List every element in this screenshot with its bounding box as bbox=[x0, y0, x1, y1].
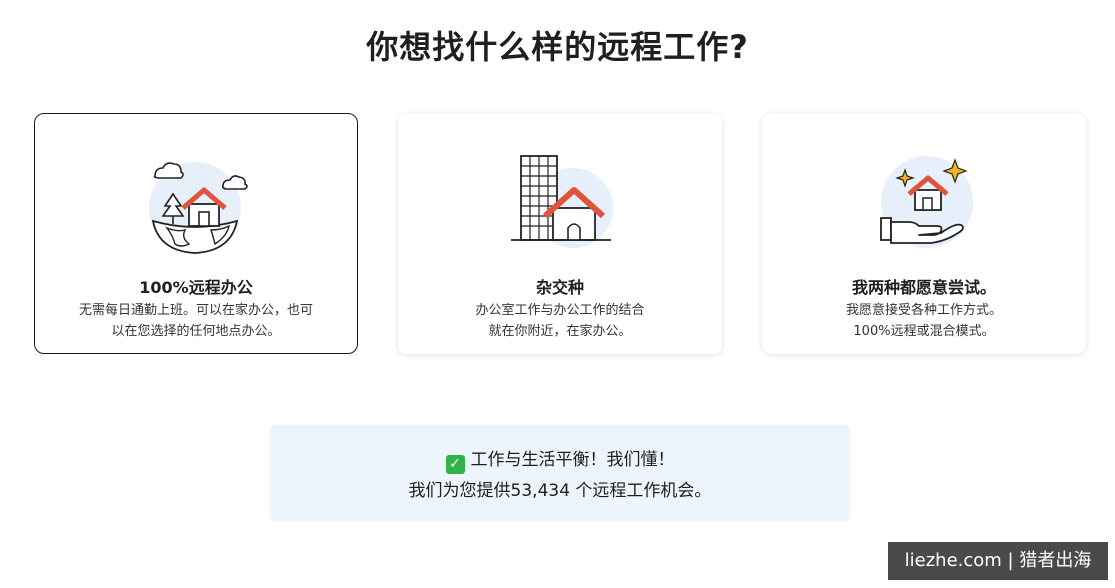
office-house-icon bbox=[511, 155, 613, 248]
option-description: 无需每日通勤上班。可以在家办公，也可 以在您选择的任何地点办公。 bbox=[55, 300, 337, 342]
option-description-line: 我愿意接受各种工作方式。 bbox=[845, 303, 1002, 318]
globe-house-icon bbox=[149, 162, 248, 254]
option-description: 我愿意接受各种工作方式。 100%远程或混合模式。 bbox=[783, 300, 1065, 342]
banner-line-2: 我们为您提供53,434 个远程工作机会。 bbox=[408, 481, 712, 501]
option-description-line: 以在您选择的任何地点办公。 bbox=[111, 324, 281, 339]
option-description: 办公室工作与办公工作的结合 就在你附近，在家办公。 bbox=[419, 300, 701, 342]
banner-line-1: ✓ 工作与生活平衡！我们懂！ bbox=[270, 445, 850, 474]
page-title: 你想找什么样的远程工作? bbox=[366, 28, 749, 66]
option-description-line: 办公室工作与办公工作的结合 bbox=[475, 303, 645, 318]
option-card-either[interactable]: 我两种都愿意尝试。 我愿意接受各种工作方式。 100%远程或混合模式。 bbox=[762, 113, 1086, 354]
option-description-line: 无需每日通勤上班。可以在家办公，也可 bbox=[78, 303, 313, 318]
option-title: 100%远程办公 bbox=[139, 278, 253, 297]
option-title: 我两种都愿意尝试。 bbox=[851, 278, 996, 297]
info-banner: ✓ 工作与生活平衡！我们懂！ 我们为您提供53,434 个远程工作机会。 bbox=[270, 425, 850, 521]
option-title: 杂交种 bbox=[535, 278, 584, 297]
checkmark-icon: ✓ bbox=[445, 455, 465, 474]
option-card-hybrid[interactable]: 杂交种 办公室工作与办公工作的结合 就在你附近，在家办公。 bbox=[398, 113, 722, 354]
watermark: liezhe.com | 猎者出海 bbox=[888, 542, 1108, 580]
hand-house-icon bbox=[880, 156, 973, 248]
option-description-line: 100%远程或混合模式。 bbox=[853, 324, 995, 339]
option-card-fully-remote[interactable]: 100%远程办公 无需每日通勤上班。可以在家办公，也可 以在您选择的任何地点办公… bbox=[34, 113, 358, 354]
option-description-line: 就在你附近，在家办公。 bbox=[488, 324, 632, 339]
banner-headline: 工作与生活平衡！我们懂！ bbox=[470, 450, 675, 470]
